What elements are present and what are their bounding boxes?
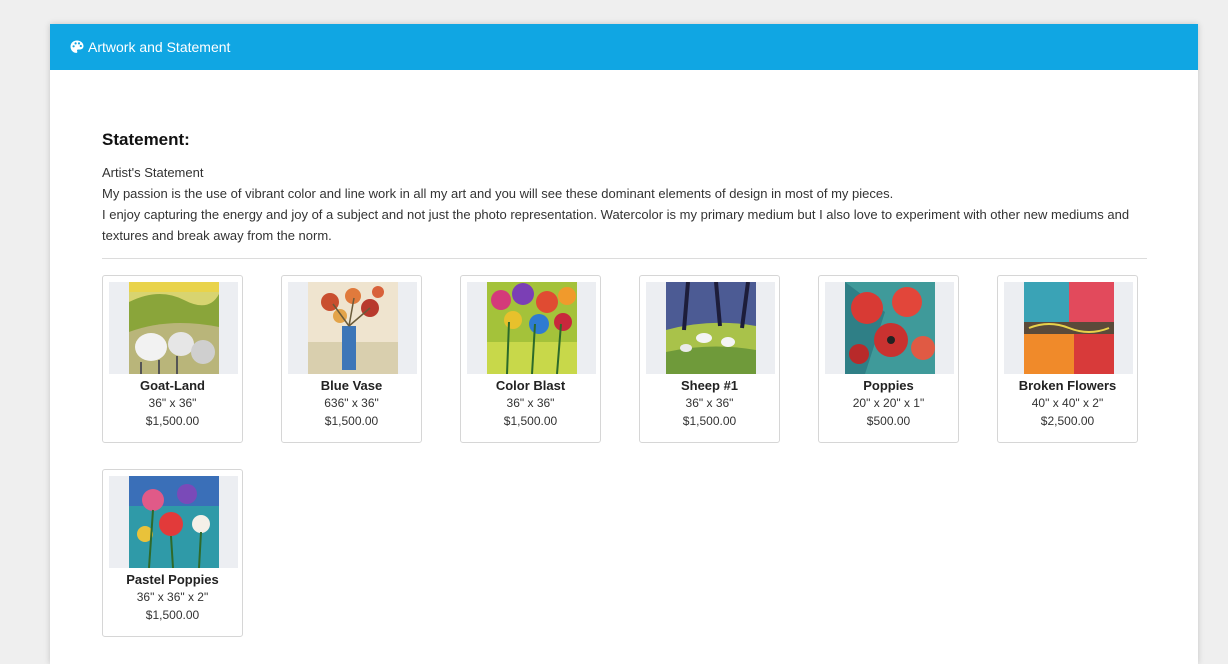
artwork-card[interactable]: Blue Vase 636" x 36" $1,500.00 (281, 275, 422, 443)
artwork-dimensions: 36" x 36" (506, 396, 555, 410)
artwork-price: $1,500.00 (503, 414, 558, 428)
artwork-price: $2,500.00 (1040, 414, 1095, 428)
panel-title: Artwork and Statement (88, 39, 231, 55)
artwork-image (486, 282, 577, 374)
artwork-title: Blue Vase (320, 378, 383, 393)
statement-paragraph-2: I enjoy capturing the energy and joy of … (102, 207, 1130, 243)
artwork-price: $1,500.00 (682, 414, 737, 428)
artwork-thumbnail[interactable] (109, 476, 238, 568)
artwork-thumbnail[interactable] (646, 282, 775, 374)
artwork-thumbnail[interactable] (467, 282, 596, 374)
panel-content: Statement: Artist's Statement My passion… (102, 130, 1147, 637)
artwork-image (128, 476, 219, 568)
artwork-card[interactable]: Goat-Land 36" x 36" $1,500.00 (102, 275, 243, 443)
artwork-dimensions: 20" x 20" x 1" (852, 396, 925, 410)
divider (102, 258, 1147, 259)
palette-icon (69, 39, 85, 55)
artwork-title: Color Blast (495, 378, 566, 393)
artwork-thumbnail[interactable] (825, 282, 954, 374)
artwork-price: $1,500.00 (145, 414, 200, 428)
artwork-thumbnail[interactable] (288, 282, 417, 374)
artwork-image (128, 282, 219, 374)
artwork-thumbnail[interactable] (1004, 282, 1133, 374)
artwork-image (1023, 282, 1114, 374)
artwork-image (844, 282, 935, 374)
artwork-panel: Artwork and Statement Statement: Artist'… (50, 24, 1198, 664)
artwork-dimensions: 36" x 36" (148, 396, 197, 410)
artwork-card[interactable]: Pastel Poppies 36" x 36" x 2" $1,500.00 (102, 469, 243, 637)
artwork-dimensions: 636" x 36" (324, 396, 379, 410)
artwork-title: Broken Flowers (1018, 378, 1117, 393)
artwork-price: $500.00 (866, 414, 911, 428)
artwork-image (307, 282, 398, 374)
statement-heading: Statement: (102, 130, 190, 149)
artwork-title: Pastel Poppies (126, 572, 219, 587)
artwork-dimensions: 36" x 36" (685, 396, 734, 410)
artwork-price: $1,500.00 (324, 414, 379, 428)
artwork-card[interactable]: Color Blast 36" x 36" $1,500.00 (460, 275, 601, 443)
artwork-dimensions: 40" x 40" x 2" (1031, 396, 1104, 410)
artwork-grid: Goat-Land 36" x 36" $1,500.00 Blue Vase … (102, 275, 1147, 637)
artwork-image (665, 282, 756, 374)
artwork-title: Poppies (863, 378, 914, 393)
artwork-dimensions: 36" x 36" x 2" (136, 590, 209, 604)
artwork-card[interactable]: Poppies 20" x 20" x 1" $500.00 (818, 275, 959, 443)
artwork-card[interactable]: Broken Flowers 40" x 40" x 2" $2,500.00 (997, 275, 1138, 443)
artwork-card[interactable]: Sheep #1 36" x 36" $1,500.00 (639, 275, 780, 443)
artwork-title: Sheep #1 (680, 378, 739, 393)
statement-subheading: Artist's Statement (102, 165, 204, 180)
artwork-thumbnail[interactable] (109, 282, 238, 374)
statement-paragraph-1: My passion is the use of vibrant color a… (102, 186, 894, 201)
artwork-price: $1,500.00 (145, 608, 200, 622)
panel-header: Artwork and Statement (50, 24, 1198, 70)
artwork-title: Goat-Land (140, 378, 205, 393)
